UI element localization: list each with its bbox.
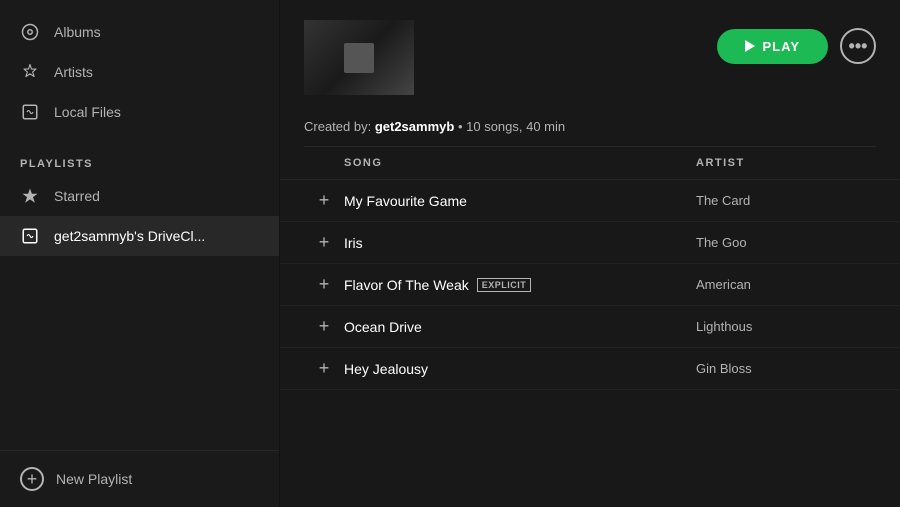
- play-button[interactable]: PLAY: [717, 29, 828, 64]
- sidebar-nav: Albums Artists Local Files: [0, 0, 279, 144]
- table-row[interactable]: + Flavor Of The Weak EXPLICIT American: [280, 264, 900, 306]
- sidebar: Albums Artists Local Files PLAYLISTS: [0, 0, 280, 507]
- table-row[interactable]: + My Favourite Game The Card: [280, 180, 900, 222]
- song-title-cell: Ocean Drive: [344, 319, 696, 335]
- song-title-cell: Flavor Of The Weak EXPLICIT: [344, 277, 696, 293]
- sidebar-footer: + New Playlist: [0, 450, 279, 507]
- col-artist-label: ARTIST: [696, 157, 876, 169]
- play-icon: [745, 40, 755, 52]
- playlist-meta: Created by: get2sammyb • 10 songs, 40 mi…: [280, 115, 900, 146]
- table-row[interactable]: + Hey Jealousy Gin Bloss: [280, 348, 900, 390]
- main-header: PLAY •••: [280, 0, 900, 115]
- song-title: My Favourite Game: [344, 193, 467, 209]
- col-add: [304, 157, 344, 169]
- more-icon: •••: [849, 36, 868, 57]
- table-row[interactable]: + Ocean Drive Lighthous: [280, 306, 900, 348]
- starred-label: Starred: [54, 188, 100, 204]
- new-playlist-label: New Playlist: [56, 471, 132, 487]
- play-label: PLAY: [763, 39, 800, 54]
- album-icon: [20, 22, 40, 42]
- song-artist: The Goo: [696, 235, 876, 250]
- song-artist: The Card: [696, 193, 876, 208]
- song-title: Flavor Of The Weak: [344, 277, 469, 293]
- main-content: PLAY ••• Created by: get2sammyb • 10 son…: [280, 0, 900, 507]
- sidebar-item-artists[interactable]: Artists: [0, 52, 279, 92]
- sidebar-item-playlist[interactable]: get2sammyb's DriveCl...: [0, 216, 279, 256]
- song-rows: + My Favourite Game The Card + Iris The …: [280, 180, 900, 507]
- add-song-button[interactable]: +: [304, 358, 344, 379]
- meta-dot: •: [458, 119, 463, 134]
- song-title: Ocean Drive: [344, 319, 422, 335]
- sidebar-item-starred[interactable]: Starred: [0, 176, 279, 216]
- meta-created-by: Created by:: [304, 119, 371, 134]
- more-options-button[interactable]: •••: [840, 28, 876, 64]
- header-actions: PLAY •••: [717, 20, 876, 64]
- song-title-cell: Hey Jealousy: [344, 361, 696, 377]
- meta-songs-count: 10 songs, 40 min: [466, 119, 565, 134]
- playlists-section-label: PLAYLISTS: [0, 144, 279, 176]
- song-title-cell: My Favourite Game: [344, 193, 696, 209]
- song-title: Iris: [344, 235, 363, 251]
- album-art-image: [304, 20, 414, 95]
- sidebar-local-files-label: Local Files: [54, 104, 121, 120]
- sidebar-item-albums[interactable]: Albums: [0, 12, 279, 52]
- playlist-icon: [20, 226, 40, 246]
- song-artist: Lighthous: [696, 319, 876, 334]
- album-art: [304, 20, 414, 95]
- artist-icon: [20, 62, 40, 82]
- meta-creator: get2sammyb: [375, 119, 454, 134]
- add-song-button[interactable]: +: [304, 190, 344, 211]
- song-artist: American: [696, 277, 876, 292]
- song-title-cell: Iris: [344, 235, 696, 251]
- table-row[interactable]: + Iris The Goo: [280, 222, 900, 264]
- star-icon: [20, 186, 40, 206]
- new-playlist-icon: +: [20, 467, 44, 491]
- add-song-button[interactable]: +: [304, 274, 344, 295]
- local-files-icon: [20, 102, 40, 122]
- explicit-badge: EXPLICIT: [477, 278, 532, 292]
- song-title: Hey Jealousy: [344, 361, 428, 377]
- sidebar-artists-label: Artists: [54, 64, 93, 80]
- new-playlist-button[interactable]: + New Playlist: [20, 467, 259, 491]
- song-list-header: SONG ARTIST: [280, 147, 900, 180]
- add-song-button[interactable]: +: [304, 316, 344, 337]
- sidebar-item-local-files[interactable]: Local Files: [0, 92, 279, 132]
- song-artist: Gin Bloss: [696, 361, 876, 376]
- sidebar-albums-label: Albums: [54, 24, 101, 40]
- col-song-label: SONG: [344, 157, 696, 169]
- playlist-label: get2sammyb's DriveCl...: [54, 228, 205, 244]
- add-song-button[interactable]: +: [304, 232, 344, 253]
